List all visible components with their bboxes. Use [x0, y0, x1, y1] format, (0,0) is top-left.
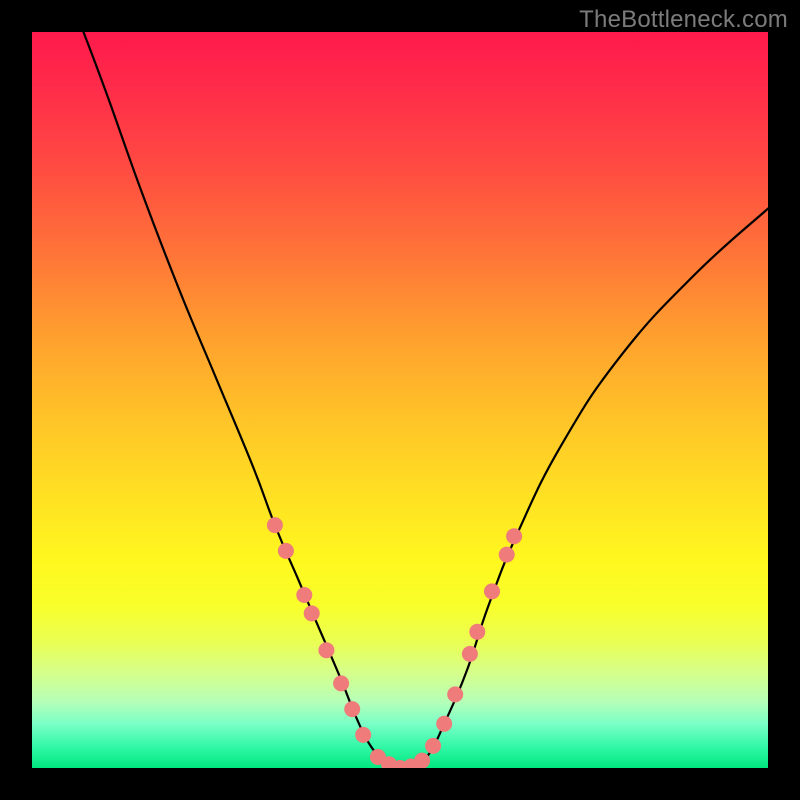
curve-marker: [267, 517, 283, 533]
curve-marker: [484, 583, 500, 599]
curve-marker: [414, 753, 430, 769]
curve-marker: [344, 701, 360, 717]
curve-marker: [469, 624, 485, 640]
curve-marker: [425, 738, 441, 754]
curve-marker: [304, 605, 320, 621]
watermark-label: TheBottleneck.com: [579, 6, 788, 34]
curve-marker: [499, 547, 515, 563]
curve-marker: [355, 727, 371, 743]
curve-marker: [296, 587, 312, 603]
chart-root: TheBottleneck.com: [0, 0, 800, 800]
curve-marker: [447, 686, 463, 702]
plot-area: [32, 32, 768, 768]
curve-marker: [318, 642, 334, 658]
curve-marker: [333, 675, 349, 691]
curve-marker: [462, 646, 478, 662]
curve-marker: [506, 528, 522, 544]
chart-svg: [0, 0, 800, 800]
curve-marker: [278, 543, 294, 559]
curve-marker: [436, 716, 452, 732]
